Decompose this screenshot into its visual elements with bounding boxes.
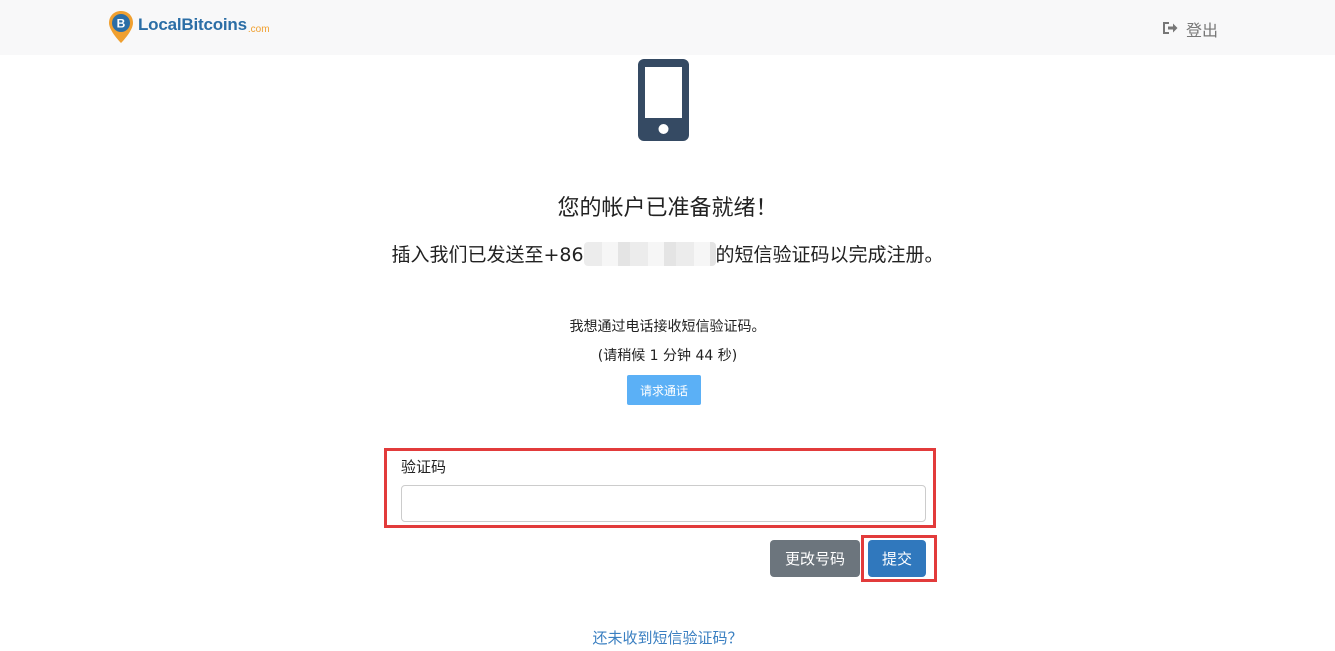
logo-domain: .com bbox=[247, 23, 270, 35]
call-countdown: (请稍候 1 分钟 44 秒) bbox=[597, 348, 738, 364]
not-received-code-link[interactable]: 还未收到短信验证码？ bbox=[592, 629, 742, 647]
top-navbar: B LocalBitcoins .com 登出 bbox=[0, 0, 1335, 55]
request-call-button[interactable]: 请求通话 bbox=[627, 375, 701, 405]
redacted-phone-number bbox=[583, 242, 716, 266]
call-option-text: 我想通过电话接收短信验证码。 bbox=[569, 319, 766, 335]
instruction-text: 插入我们已发送至+86 的短信验证码以完成注册。 bbox=[0, 240, 1335, 267]
verification-code-label: 验证码 bbox=[401, 458, 447, 476]
mobile-phone-icon bbox=[638, 59, 689, 145]
instruction-prefix: 插入我们已发送至+86 bbox=[391, 244, 584, 266]
change-number-button[interactable]: 更改号码 bbox=[770, 540, 860, 577]
help-link-container: 还未收到短信验证码？ bbox=[0, 627, 1335, 648]
sign-out-icon bbox=[1162, 20, 1186, 39]
instruction-suffix: 的短信验证码以完成注册。 bbox=[715, 244, 944, 266]
verification-code-input[interactable] bbox=[401, 485, 926, 522]
localbitcoins-logo[interactable]: B LocalBitcoins .com bbox=[108, 10, 270, 44]
logout-link[interactable]: 登出 bbox=[1162, 17, 1218, 41]
bitcoin-map-pin-icon: B bbox=[108, 10, 134, 44]
svg-text:B: B bbox=[117, 17, 126, 31]
logout-label: 登出 bbox=[1186, 21, 1219, 40]
submit-button[interactable]: 提交 bbox=[868, 540, 926, 577]
page-title: 您的帐户已准备就绪！ bbox=[557, 196, 778, 221]
logo-wordmark: LocalBitcoins bbox=[138, 15, 247, 34]
